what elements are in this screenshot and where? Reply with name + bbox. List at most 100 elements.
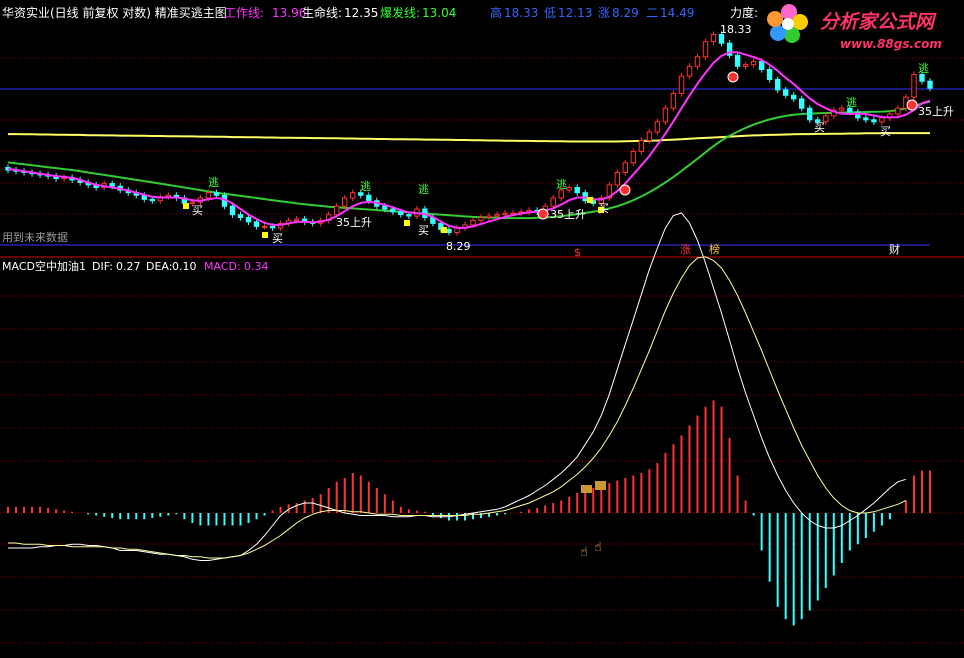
hand-pointer-icon: ☝ ☝ bbox=[580, 540, 602, 560]
signal-square-3 bbox=[441, 227, 447, 233]
candle-body-32 bbox=[261, 225, 268, 228]
escape-label-1: 逃 bbox=[208, 176, 219, 189]
buy-label-4: 买 bbox=[598, 202, 609, 215]
candle-body-30 bbox=[245, 217, 252, 223]
candle-body-25 bbox=[205, 192, 212, 199]
signal-dot-3 bbox=[906, 99, 918, 111]
candle-body-61 bbox=[494, 214, 500, 217]
candle-body-94 bbox=[758, 61, 765, 70]
ma-long-series bbox=[8, 132, 930, 143]
candle-body-13 bbox=[109, 183, 115, 187]
low-price-marker: 8.29 bbox=[446, 240, 471, 253]
macd-label: MACD: bbox=[204, 260, 241, 273]
candle-body-55 bbox=[446, 228, 452, 233]
dea-value: 0.10 bbox=[172, 260, 197, 273]
ohlc-label-high: 高 bbox=[490, 5, 502, 20]
dif-label: DIF: bbox=[92, 260, 113, 273]
burst-line-value: 13.04 bbox=[422, 6, 456, 20]
candle-body-68 bbox=[550, 197, 556, 207]
ohlc-value-up: 8.29 bbox=[612, 6, 639, 20]
signal-dot-0 bbox=[619, 184, 631, 196]
high-price-marker: 18.33 bbox=[720, 23, 752, 36]
watermark-logo: 分析家公式网 www.88gs.com bbox=[767, 4, 942, 51]
macd-title: MACD空中加油1 bbox=[2, 259, 86, 273]
signal-square-0 bbox=[183, 203, 189, 209]
candle-body-87 bbox=[702, 41, 709, 58]
candle-body-114 bbox=[919, 74, 925, 82]
life-line-label: 生命线: bbox=[302, 5, 342, 20]
macd-value: 0.34 bbox=[244, 260, 269, 273]
candle-body-113 bbox=[911, 74, 917, 98]
flower-icon bbox=[767, 4, 808, 43]
escape-label-4: 逃 bbox=[556, 178, 567, 191]
escape-label-6: 逃 bbox=[918, 62, 929, 75]
candle-body-92 bbox=[742, 64, 749, 67]
candle-body-93 bbox=[750, 61, 757, 66]
candle-body-28 bbox=[229, 205, 236, 216]
rise35-label-1: 35上升 bbox=[336, 216, 372, 229]
candle-body-33 bbox=[269, 225, 276, 229]
ma-mid-series bbox=[7, 100, 931, 220]
signal-square-1 bbox=[262, 232, 268, 238]
rise35-label-2: 35上升 bbox=[550, 208, 586, 221]
candle-body-31 bbox=[253, 221, 260, 227]
candle-body-62 bbox=[502, 212, 508, 216]
ohlc-label-low: 低 bbox=[544, 6, 556, 20]
candle-body-98 bbox=[791, 94, 797, 100]
escape-label-3: 逃 bbox=[418, 183, 429, 196]
candle-body-20 bbox=[165, 194, 172, 198]
ma-mid-line bbox=[7, 100, 931, 220]
candle-body-81 bbox=[654, 121, 661, 133]
candle-body-91 bbox=[734, 54, 741, 67]
grid-lines bbox=[0, 57, 964, 644]
escape-label-5: 逃 bbox=[846, 96, 857, 109]
candle-body-79 bbox=[638, 140, 645, 152]
work-line-label: 工作线: bbox=[224, 6, 264, 20]
rise35-label-3: 35上升 bbox=[918, 105, 954, 118]
bottom-mark-2: 涨 bbox=[680, 243, 691, 256]
candle-body-86 bbox=[694, 56, 701, 67]
ohlc-value-two: 14.49 bbox=[660, 6, 694, 20]
candle-body-99 bbox=[799, 98, 805, 109]
macd-lines bbox=[8, 212, 907, 561]
candle-body-108 bbox=[871, 119, 877, 123]
candle-body-42 bbox=[342, 197, 348, 207]
buy-label-3: 买 bbox=[418, 224, 429, 237]
candle-body-111 bbox=[895, 107, 901, 115]
candle-body-58 bbox=[470, 219, 476, 226]
watermark-brand: 分析家公式网 bbox=[820, 11, 937, 33]
svg-text:☝: ☝ bbox=[580, 545, 588, 560]
candle-body-18 bbox=[149, 198, 156, 202]
candle-body-43 bbox=[350, 192, 356, 199]
candle-body-76 bbox=[614, 172, 620, 186]
candle-body-36 bbox=[293, 218, 300, 221]
watermark-url: www.88gs.com bbox=[840, 37, 942, 51]
candle-body-104 bbox=[839, 107, 845, 111]
ohlc-label-two: 二 bbox=[646, 6, 658, 20]
candle-body-70 bbox=[566, 187, 572, 191]
candle-body-85 bbox=[686, 65, 693, 77]
burst-line-label: 爆发线: bbox=[380, 5, 420, 20]
candle-body-41 bbox=[334, 205, 340, 216]
candle-body-83 bbox=[670, 93, 677, 109]
dif-value: 0.27 bbox=[116, 260, 141, 273]
candle-body-29 bbox=[237, 214, 244, 219]
candle-body-109 bbox=[879, 117, 885, 123]
candle-body-84 bbox=[678, 75, 685, 94]
candle-body-97 bbox=[783, 89, 789, 96]
candle-body-44 bbox=[358, 192, 364, 196]
candle-body-45 bbox=[366, 194, 372, 202]
buy-label-2: 买 bbox=[272, 232, 283, 245]
candle-body-77 bbox=[622, 162, 628, 173]
candle-body-88 bbox=[710, 34, 717, 43]
svg-text:☝: ☝ bbox=[594, 540, 602, 555]
ohlc-readout: 高 18.33 低 12.13 涨 8.29 二 14.49 bbox=[490, 5, 694, 20]
candle-body-71 bbox=[574, 187, 580, 194]
chart-title: 华资实业(日线 前复权 对数) 精准买逃主图 bbox=[2, 5, 227, 20]
signal-square-2 bbox=[404, 220, 410, 226]
signal-dot-1 bbox=[537, 208, 549, 220]
candle-body-60 bbox=[486, 215, 492, 219]
ohlc-value-high: 18.33 bbox=[504, 6, 538, 20]
dif-line bbox=[8, 212, 907, 561]
ohlc-label-up: 涨 bbox=[598, 5, 610, 20]
